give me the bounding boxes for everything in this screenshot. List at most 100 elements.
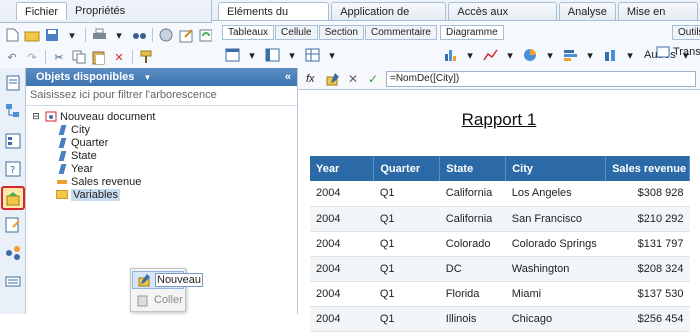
tree-node-root[interactable]: ⊟ Nouveau document: [30, 110, 155, 123]
cell-state[interactable]: California: [439, 206, 506, 232]
subtab-outils[interactable]: Outils: [672, 25, 700, 40]
column-header-state[interactable]: State: [439, 156, 507, 181]
dropdown-icon[interactable]: ▾: [244, 47, 260, 63]
cell-sales-revenue[interactable]: $131 797: [605, 231, 690, 257]
column-header-sales-revenue[interactable]: Sales revenue: [605, 156, 690, 181]
table-row[interactable]: 2004 Q1 Colorado Colorado Springs $131 7…: [310, 231, 690, 257]
column-header-quarter[interactable]: Quarter: [373, 156, 441, 181]
menu-item-nouveau[interactable]: Nouveau: [132, 271, 204, 289]
tree-node-variables[interactable]: Variables: [30, 188, 155, 201]
tree-node-city[interactable]: City: [30, 123, 155, 136]
tab-mise-en-page[interactable]: Mise en page: [617, 2, 698, 32]
menu-item-coller[interactable]: Coller: [132, 291, 184, 309]
cell-quarter[interactable]: Q1: [373, 281, 440, 307]
cell-sales-revenue[interactable]: $256 454: [605, 306, 690, 332]
tab-analyse[interactable]: Analyse: [558, 2, 616, 20]
pie-chart-icon[interactable]: [522, 47, 538, 63]
cell-year[interactable]: 2004: [310, 181, 374, 207]
cell-quarter[interactable]: Q1: [373, 231, 440, 257]
subtab-diagramme[interactable]: Diagramme: [440, 25, 504, 40]
horizontal-table-icon[interactable]: [264, 47, 280, 63]
cell-quarter[interactable]: Q1: [373, 256, 440, 282]
fx-icon[interactable]: fx: [306, 73, 320, 85]
cell-quarter[interactable]: Q1: [373, 206, 440, 232]
tree-node-year[interactable]: Year: [30, 162, 155, 175]
document-summary-icon[interactable]: [4, 74, 22, 92]
report-title[interactable]: Rapport 1: [298, 110, 700, 130]
chevron-down-icon[interactable]: ▼: [143, 73, 151, 82]
cell-year[interactable]: 2004: [310, 231, 374, 257]
tab-fichier[interactable]: Fichier: [16, 2, 68, 20]
dropdown-icon[interactable]: ▾: [502, 47, 518, 63]
tab-elements-rapport[interactable]: Eléments du rapport: [218, 2, 330, 32]
vertical-table-icon[interactable]: [224, 47, 240, 63]
cell-state[interactable]: Colorado: [439, 231, 506, 257]
cell-state[interactable]: California: [439, 181, 506, 207]
subtab-commentaire[interactable]: Commentaire: [364, 25, 437, 40]
cancel-formula-icon[interactable]: ✕: [346, 72, 360, 86]
cell-quarter[interactable]: Q1: [373, 181, 440, 207]
crosstab-icon[interactable]: [304, 47, 320, 63]
tab-proprietes[interactable]: Propriétés: [67, 2, 133, 20]
cell-year[interactable]: 2004: [310, 306, 374, 332]
cell-city[interactable]: Los Angeles: [505, 181, 606, 207]
cell-city[interactable]: Chicago: [505, 306, 606, 332]
delete-icon[interactable]: ✕: [111, 49, 127, 65]
report-table[interactable]: Year Quarter State City Sales revenue 20…: [310, 156, 690, 332]
print-icon[interactable]: [91, 27, 107, 43]
table-row[interactable]: 2004 Q1 California Los Angeles $308 928: [310, 181, 690, 207]
data-panel-icon[interactable]: [4, 216, 22, 234]
format-painter-icon[interactable]: [138, 49, 154, 65]
bar-chart-icon[interactable]: [442, 47, 458, 63]
comments-icon[interactable]: [4, 274, 22, 292]
cell-sales-revenue[interactable]: $210 292: [605, 206, 690, 232]
cell-quarter[interactable]: Q1: [373, 306, 440, 332]
table-row[interactable]: 2004 Q1 Illinois Chicago $256 454: [310, 306, 690, 332]
cell-sales-revenue[interactable]: $137 530: [605, 281, 690, 307]
open-folder-icon[interactable]: [24, 27, 40, 43]
tree-node-quarter[interactable]: Quarter: [30, 136, 155, 149]
paste-icon[interactable]: [91, 49, 107, 65]
dropdown-icon[interactable]: ▾: [462, 47, 478, 63]
transform-tool[interactable]: Trans: [656, 45, 700, 59]
subtab-cellule[interactable]: Cellule: [275, 25, 318, 40]
cell-state[interactable]: DC: [439, 256, 506, 282]
dropdown-icon[interactable]: ▾: [622, 47, 638, 63]
stacked-chart-icon[interactable]: [602, 47, 618, 63]
copy-icon[interactable]: [71, 49, 87, 65]
find-icon[interactable]: [131, 27, 147, 43]
table-row[interactable]: 2004 Q1 Florida Miami $137 530: [310, 281, 690, 307]
cell-year[interactable]: 2004: [310, 281, 374, 307]
collapse-toggle-icon[interactable]: ⊟: [30, 111, 42, 122]
cell-city[interactable]: Colorado Springs: [505, 231, 606, 257]
filter-input[interactable]: Saisissez ici pour filtrer l'arborescenc…: [26, 86, 297, 106]
cell-city[interactable]: San Francisco: [505, 206, 606, 232]
table-row[interactable]: 2004 Q1 California San Francisco $210 29…: [310, 206, 690, 232]
validate-formula-icon[interactable]: ✓: [366, 72, 380, 86]
cell-year[interactable]: 2004: [310, 256, 374, 282]
tab-application-format[interactable]: Application de format: [331, 2, 447, 32]
subtab-section[interactable]: Section: [318, 25, 364, 40]
tree-node-sales-revenue[interactable]: Sales revenue: [30, 175, 155, 188]
horizontal-bar-icon[interactable]: [562, 47, 578, 63]
formula-input[interactable]: =NomDe([City]): [386, 70, 696, 87]
cell-state[interactable]: Florida: [439, 281, 506, 307]
new-document-icon[interactable]: [4, 27, 20, 43]
tab-acces-donnees[interactable]: Accès aux données: [448, 2, 557, 32]
dropdown-icon[interactable]: ▾: [284, 47, 300, 63]
available-objects-icon[interactable]: [1, 186, 25, 210]
save-dropdown-icon[interactable]: ▾: [64, 27, 80, 43]
collapse-panel-icon[interactable]: «: [285, 68, 291, 86]
cell-year[interactable]: 2004: [310, 206, 374, 232]
formula-editor-icon[interactable]: [326, 72, 340, 86]
column-header-city[interactable]: City: [505, 156, 607, 181]
dropdown-icon[interactable]: ▾: [542, 47, 558, 63]
table-row[interactable]: 2004 Q1 DC Washington $208 324: [310, 256, 690, 282]
edit-query-icon[interactable]: [178, 27, 194, 43]
data-icon[interactable]: [158, 27, 174, 43]
cut-icon[interactable]: ✂: [51, 49, 67, 65]
tree-node-state[interactable]: State: [30, 149, 155, 162]
cell-state[interactable]: Illinois: [439, 306, 506, 332]
line-chart-icon[interactable]: [482, 47, 498, 63]
print-dropdown-icon[interactable]: ▾: [111, 27, 127, 43]
